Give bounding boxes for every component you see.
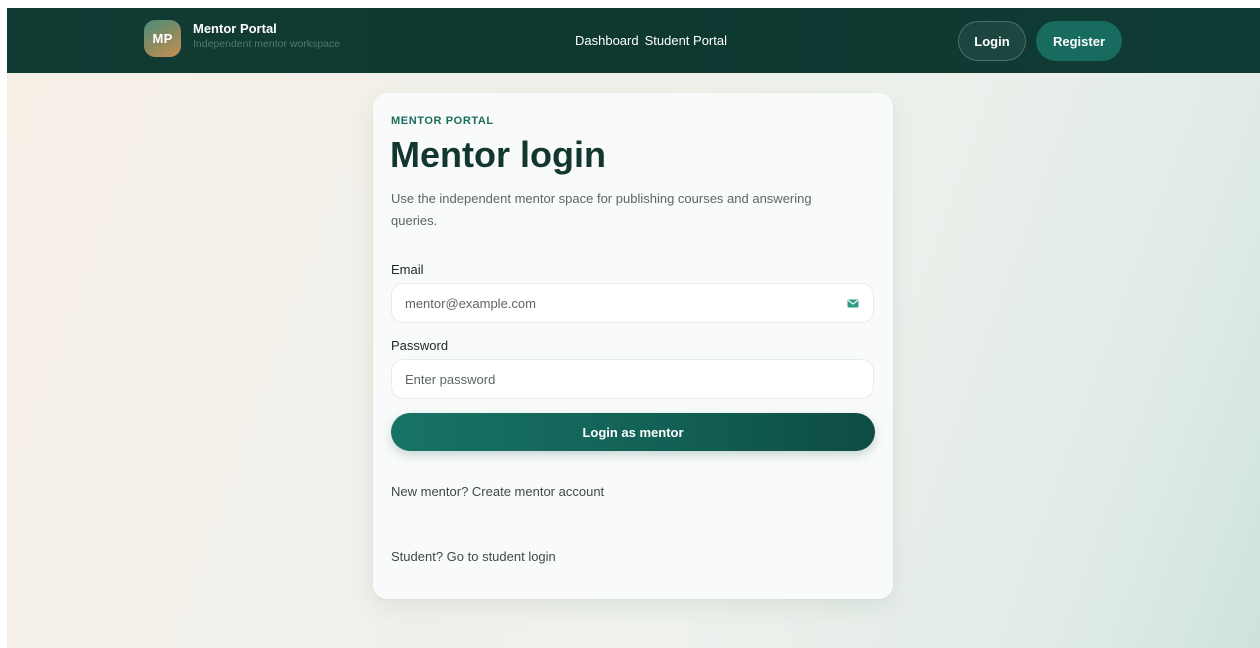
create-mentor-account-link[interactable]: New mentor? Create mentor account (391, 484, 604, 499)
card-description: Use the independent mentor space for pub… (391, 191, 812, 228)
main-nav: Dashboard Student Portal (575, 33, 727, 48)
nav-link-student-portal[interactable]: Student Portal (645, 33, 727, 48)
brand-avatar: MP (144, 20, 181, 57)
password-label: Password (391, 338, 449, 353)
mail-icon (847, 299, 859, 308)
brand[interactable]: MP Mentor Portal Independent mentor work… (144, 20, 340, 57)
mentor-login-card: MENTOR PORTAL Mentor login Use the indep… (373, 93, 893, 599)
brand-title: Mentor Portal (193, 21, 277, 36)
page-frame: MP Mentor Portal Independent mentor work… (7, 8, 1260, 648)
nav-link-dashboard[interactable]: Dashboard (575, 33, 639, 48)
email-field[interactable] (405, 295, 825, 311)
card-eyebrow: MENTOR PORTAL (391, 115, 494, 127)
student-login-link[interactable]: Student? Go to student login (391, 549, 556, 564)
header-register-button[interactable]: Register (1036, 21, 1122, 61)
email-field-wrapper (391, 283, 874, 323)
email-label: Email (391, 262, 424, 277)
brand-subtitle: Independent mentor workspace (193, 38, 341, 50)
brand-text: Mentor Portal Independent mentor workspa… (193, 20, 340, 52)
password-field[interactable] (405, 371, 825, 387)
top-navigation-bar: MP Mentor Portal Independent mentor work… (7, 8, 1260, 73)
header-login-button[interactable]: Login (958, 21, 1026, 61)
password-field-wrapper (391, 359, 874, 399)
login-as-mentor-button[interactable]: Login as mentor (391, 413, 875, 451)
page-title: Mentor login (390, 134, 606, 175)
